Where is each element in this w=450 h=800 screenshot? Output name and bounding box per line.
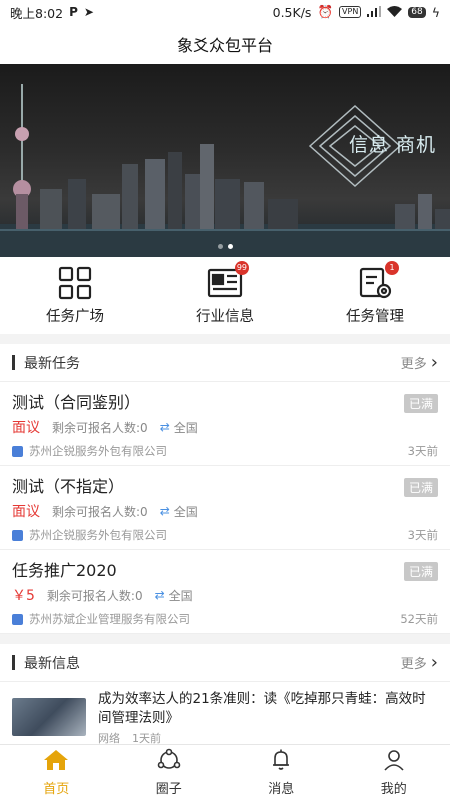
alarm-off-icon: ⏰	[317, 4, 334, 19]
task-time: 3天前	[407, 444, 438, 458]
more-info-link[interactable]: 更多 ›	[401, 652, 438, 673]
home-icon	[42, 748, 70, 776]
news-thumbnail	[12, 698, 86, 736]
wifi-icon	[387, 5, 403, 20]
more-label: 更多	[400, 657, 427, 672]
circle-share-icon	[156, 748, 182, 776]
news-title: 成为效率达人的21条准则：读《吃掉那只青蛙：高效时间管理法则》	[98, 691, 426, 726]
task-location: 全国	[168, 588, 193, 603]
task-item[interactable]: 任务推广2020 已满 ￥5 剩余可报名人数:0 ⇄ 全国 苏州苏斌企业管理服务有…	[0, 550, 450, 634]
location-icon: ⇄	[159, 420, 170, 434]
user-icon	[382, 748, 406, 776]
task-location: 全国	[173, 504, 198, 519]
task-item[interactable]: 测试（不指定） 已满 面议 剩余可报名人数:0 ⇄ 全国 苏州企锐服务外包有限公司…	[0, 466, 450, 550]
latest-info-section: 最新信息 更多 › 成为效率达人的21条准则：读《吃掉那只青蛙：高效时间管理法则…	[0, 644, 450, 748]
status-badge: 已满	[403, 562, 438, 581]
carousel-indicator	[0, 244, 450, 249]
more-label: 更多	[400, 357, 427, 372]
menu-task-management[interactable]: 1 任务管理	[300, 257, 450, 334]
city-skyline-image	[0, 84, 450, 257]
task-company: 苏州企锐服务外包有限公司	[29, 528, 167, 542]
status-bar: 晚上8:02 P ➤ 0.5K/s ⏰ VPN 68 ϟ	[0, 0, 450, 24]
bell-icon	[269, 748, 293, 776]
signal-icon	[367, 5, 382, 20]
section-header: 最新信息 更多 ›	[0, 644, 450, 682]
task-title: 测试（不指定）	[12, 477, 125, 496]
task-company: 苏州苏斌企业管理服务有限公司	[29, 612, 190, 626]
task-remaining: 剩余可报名人数:0	[52, 504, 148, 519]
status-badge: 已满	[403, 478, 438, 497]
notification-badge: 99	[234, 261, 249, 275]
tab-label: 我的	[380, 782, 407, 797]
status-time: 晚上8:02	[10, 5, 64, 21]
p-notification-icon: P	[69, 5, 78, 19]
task-remaining: 剩余可报名人数:0	[52, 420, 148, 435]
task-settings-icon: 1	[355, 261, 399, 301]
task-item[interactable]: 测试（合同鉴别） 已满 面议 剩余可报名人数:0 ⇄ 全国 苏州企锐服务外包有限公…	[0, 382, 450, 466]
banner-caption: 信息 商机	[348, 134, 436, 156]
section-header: 最新任务 更多 ›	[0, 344, 450, 382]
latest-tasks-section: 最新任务 更多 › 测试（合同鉴别） 已满 面议 剩余可报名人数:0 ⇄ 全国 苏…	[0, 344, 450, 634]
menu-label: 任务广场	[46, 309, 104, 325]
task-price: 面议	[12, 420, 40, 436]
company-icon	[12, 445, 23, 457]
section-title: 最新信息	[12, 653, 80, 673]
chevron-right-icon: ›	[430, 352, 438, 373]
tab-label: 首页	[43, 782, 70, 797]
charging-icon: ϟ	[431, 4, 440, 20]
tab-home[interactable]: 首页	[0, 745, 113, 800]
tab-mine[interactable]: 我的	[338, 745, 450, 800]
vpn-badge: VPN	[339, 6, 362, 18]
menu-label: 任务管理	[346, 309, 404, 325]
newspaper-icon: 99	[205, 261, 249, 301]
task-price: ￥5	[12, 588, 35, 604]
task-location: 全国	[173, 420, 198, 435]
menu-label: 行业信息	[196, 309, 254, 325]
task-remaining: 剩余可报名人数:0	[46, 588, 143, 603]
tab-label: 消息	[268, 782, 295, 797]
quick-menu: 任务广场 99 行业信息 1 任务管理	[0, 257, 450, 334]
section-title: 最新任务	[12, 353, 80, 373]
task-company: 苏州企锐服务外包有限公司	[29, 444, 167, 458]
network-speed: 0.5K/s	[272, 4, 312, 20]
grid-icon	[55, 265, 95, 301]
tab-label: 圈子	[155, 782, 182, 797]
banner-carousel[interactable]: 信息 商机	[0, 64, 450, 257]
company-icon	[12, 529, 23, 541]
send-notification-icon: ➤	[83, 5, 94, 19]
carousel-dot[interactable]	[217, 244, 223, 249]
battery-icon: 68	[408, 6, 426, 18]
location-icon: ⇄	[159, 504, 170, 518]
more-tasks-link[interactable]: 更多 ›	[401, 352, 438, 373]
news-item[interactable]: 成为效率达人的21条准则：读《吃掉那只青蛙：高效时间管理法则》 网络 1天前	[0, 682, 450, 748]
location-icon: ⇄	[154, 588, 165, 602]
chevron-right-icon: ›	[430, 652, 438, 673]
bottom-tab-bar: 首页 圈子 消息 我的	[0, 744, 450, 800]
status-badge: 已满	[403, 394, 438, 413]
task-price: 面议	[12, 504, 40, 520]
divider	[0, 634, 450, 644]
menu-industry-info[interactable]: 99 行业信息	[150, 257, 300, 334]
app-title-bar: 象爻众包平台	[0, 24, 450, 64]
task-time: 3天前	[407, 528, 438, 542]
tab-circle[interactable]: 圈子	[113, 745, 226, 800]
tab-messages[interactable]: 消息	[225, 745, 338, 800]
page-title: 象爻众包平台	[176, 36, 273, 55]
task-title: 测试（合同鉴别）	[12, 393, 141, 412]
carousel-dot-active[interactable]	[227, 244, 233, 249]
notification-badge: 1	[385, 261, 399, 275]
menu-task-square[interactable]: 任务广场	[0, 257, 150, 334]
divider	[0, 334, 450, 344]
company-icon	[12, 613, 23, 625]
task-title: 任务推广2020	[12, 561, 117, 580]
task-time: 52天前	[400, 612, 438, 626]
